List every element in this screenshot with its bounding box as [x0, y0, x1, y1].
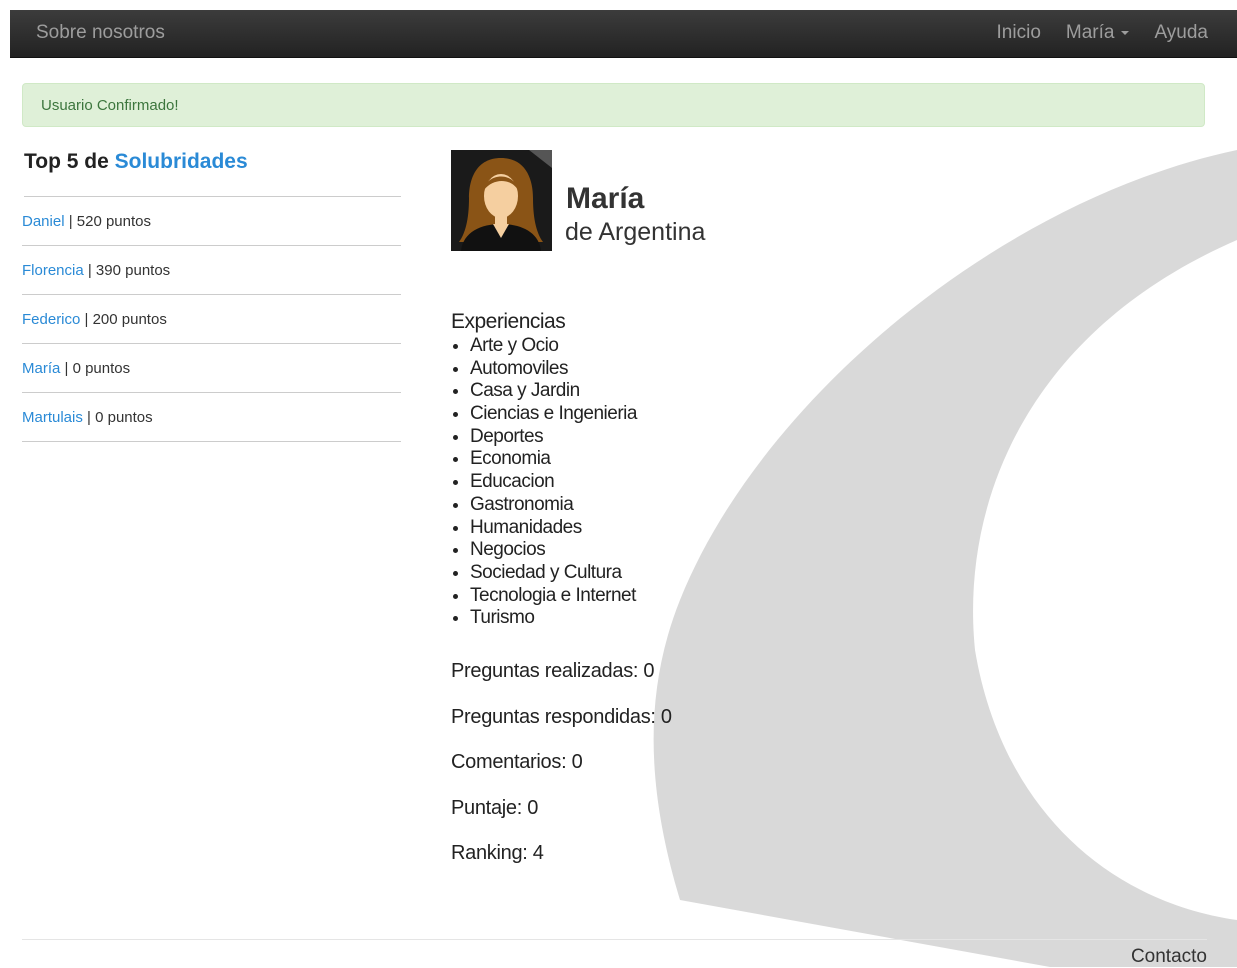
ranking-points: | 520 puntos [64, 213, 151, 230]
profile-country: de Argentina [565, 218, 706, 246]
experiences-section: Experiencias Arte y Ocio Automoviles Cas… [451, 310, 637, 630]
stat-ranking: Ranking: 4 [451, 842, 544, 864]
experience-item: Turismo [470, 607, 637, 630]
stat-questions-answered: Preguntas respondidas: 0 [451, 706, 672, 728]
experience-item: Gastronomia [470, 494, 637, 517]
female-avatar-icon [451, 150, 552, 251]
stat-score: Puntaje: 0 [451, 797, 539, 819]
top5-sidebar: Top 5 de Solubridades Daniel | 520 punto… [22, 148, 401, 442]
sidebar-title: Top 5 de Solubridades [24, 148, 401, 197]
ranking-points: | 0 puntos [82, 409, 153, 426]
footer-contact-link[interactable]: Contacto [1131, 946, 1207, 968]
ranking-points: | 200 puntos [80, 311, 167, 328]
experience-item: Tecnologia e Internet [470, 585, 637, 608]
experience-item: Sociedad y Cultura [470, 562, 637, 585]
ranking-item: Federico | 200 puntos [22, 295, 401, 344]
ranking-user-link[interactable]: Martulais [22, 409, 83, 426]
stat-questions-asked: Preguntas realizadas: 0 [451, 660, 655, 682]
ranking-item: Daniel | 520 puntos [22, 197, 401, 246]
experience-item: Economia [470, 448, 637, 471]
nav-user-label: María [1065, 22, 1115, 43]
stat-comments: Comentarios: 0 [451, 751, 583, 773]
ranking-points: | 0 puntos [60, 360, 131, 377]
experience-item: Casa y Jardin [470, 380, 637, 403]
experience-item: Arte y Ocio [470, 335, 637, 358]
ranking-item: María | 0 puntos [22, 344, 401, 393]
nav-right-menu: Inicio María Ayuda [997, 10, 1208, 55]
ranking-item: Florencia | 390 puntos [22, 246, 401, 295]
experience-item: Deportes [470, 426, 637, 449]
nav-about-link[interactable]: Sobre nosotros [36, 10, 165, 55]
experiences-list: Arte y Ocio Automoviles Casa y Jardin Ci… [451, 335, 637, 630]
sidebar-title-prefix: Top 5 de [24, 150, 115, 173]
experiences-title: Experiencias [451, 310, 566, 333]
ranking-user-link[interactable]: Florencia [22, 262, 84, 279]
nav-home-link[interactable]: Inicio [997, 10, 1041, 55]
ranking-user-link[interactable]: Daniel [22, 213, 65, 230]
experience-item: Automoviles [470, 358, 637, 381]
nav-user-dropdown[interactable]: María [1066, 10, 1130, 55]
ranking-user-link[interactable]: María [22, 360, 60, 377]
footer-divider [22, 939, 1207, 940]
ranking-points: | 390 puntos [83, 262, 171, 279]
nav-help-link[interactable]: Ayuda [1154, 10, 1208, 55]
top-navbar: Sobre nosotros Inicio María Ayuda [10, 10, 1237, 58]
success-alert: Usuario Confirmado! [22, 83, 1205, 127]
chevron-down-icon [1121, 30, 1130, 35]
experience-item: Ciencias e Ingenieria [470, 403, 637, 426]
ranking-user-link[interactable]: Federico [22, 311, 80, 328]
ranking-item: Martulais | 0 puntos [22, 393, 401, 442]
profile-name: María [566, 182, 645, 215]
experience-item: Educacion [470, 471, 637, 494]
sidebar-title-brand: Solubridades [114, 150, 248, 173]
experience-item: Negocios [470, 539, 637, 562]
experience-item: Humanidades [470, 517, 637, 540]
